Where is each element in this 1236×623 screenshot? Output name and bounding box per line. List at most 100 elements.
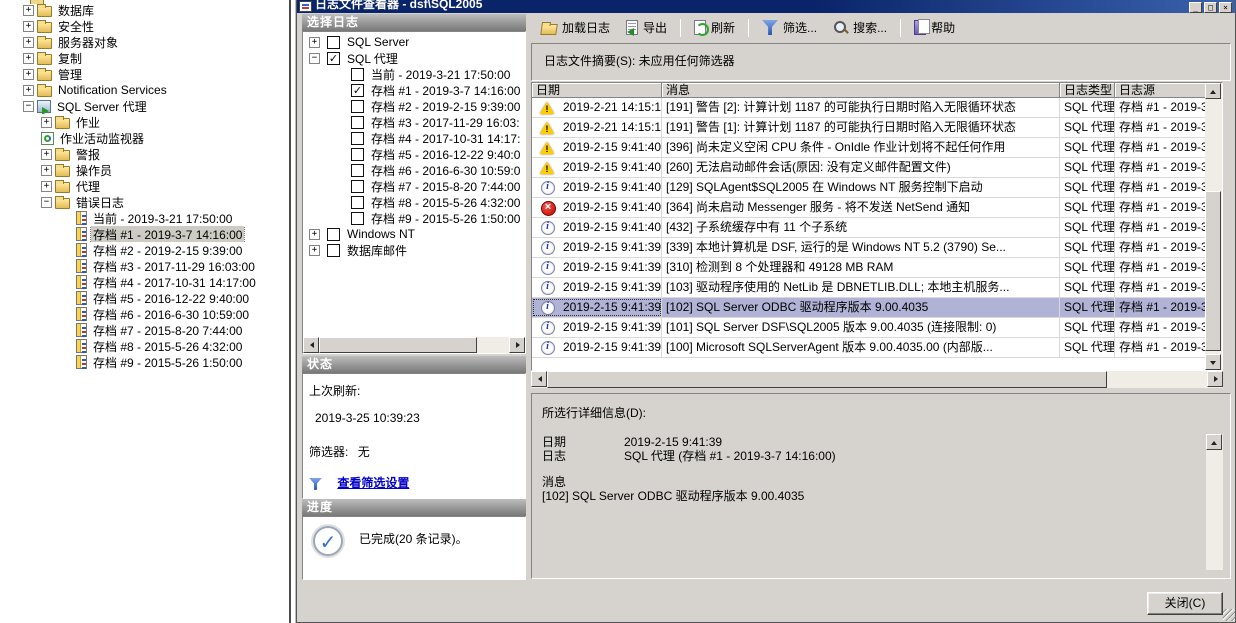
tree-item[interactable]: 存档 #4 - 2017-10-31 14:17:00 [0,274,288,290]
tree-item[interactable]: 存档 #8 - 2015-5-26 4:32:00 [0,338,288,354]
collapse-icon[interactable]: − [309,53,320,64]
tree-item[interactable]: 存档 #9 - 2015-5-26 1:50:00 [0,354,288,370]
unchecked-checkbox[interactable] [351,148,364,161]
log-tree-item[interactable]: −✓SQL 代理 [303,50,525,66]
log-tree-item[interactable]: ✓存档 #1 - 2019-3-7 14:16:00 [303,82,525,98]
dialog-titlebar[interactable]: 日志文件查看器 - dsf\SQL2005 _ □ × [297,0,1235,13]
log-row-selected[interactable]: 2019-2-15 9:41:39[102] SQL Server ODBC 驱… [532,298,1222,318]
log-tree-item[interactable]: 存档 #5 - 2016-12-22 9:40:0 [303,146,525,162]
expand-icon[interactable]: + [23,69,34,80]
log-row[interactable]: 2019-2-15 9:41:39[101] SQL Server DSF\SQ… [532,318,1222,338]
tree-item[interactable]: +数据库 [0,2,288,18]
log-tree-item[interactable]: +Windows NT [303,226,525,242]
tree-item[interactable]: +复制 [0,50,288,66]
log-tree-item[interactable]: 存档 #9 - 2015-5-26 1:50:00 [303,210,525,226]
view-filter-settings-link[interactable]: 查看筛选设置 [337,476,409,490]
unchecked-checkbox[interactable] [351,180,364,193]
tree-item[interactable]: −SQL Server 代理 [0,98,288,114]
checked-checkbox[interactable]: ✓ [351,84,364,97]
scroll-right-button[interactable] [509,337,525,353]
tree-item[interactable]: +操作员 [0,162,288,178]
collapse-icon[interactable]: − [23,101,34,112]
scroll-down-button[interactable] [1205,354,1221,370]
unchecked-checkbox[interactable] [351,132,364,145]
log-tree-item[interactable]: +SQL Server [303,34,525,50]
maximize-button[interactable]: □ [1204,2,1217,13]
expand-icon[interactable]: + [23,5,34,16]
expand-icon[interactable]: + [309,229,320,240]
tree-item[interactable]: 存档 #1 - 2019-3-7 14:16:00 [0,226,288,242]
log-row[interactable]: 2019-2-15 9:41:40[129] SQLAgent$SQL2005 … [532,178,1222,198]
log-row[interactable]: 2019-2-15 9:41:39[100] Microsoft SQLServ… [532,338,1222,358]
column-header-1[interactable]: 日期 [532,83,662,98]
column-header-3[interactable]: 日志类型 [1060,83,1115,98]
tree-item[interactable]: +管理 [0,66,288,82]
unchecked-checkbox[interactable] [351,116,364,129]
expand-icon[interactable]: + [23,21,34,32]
scrollbar-thumb[interactable] [547,371,1107,388]
tree-item[interactable]: +安全性 [0,18,288,34]
unchecked-checkbox[interactable] [351,164,364,177]
tree-item[interactable]: 当前 - 2019-3-21 17:50:00 [0,210,288,226]
scroll-up-button[interactable] [1206,434,1222,450]
load-button[interactable]: 加载日志 [535,17,616,38]
expand-icon[interactable]: + [41,165,52,176]
log-row[interactable]: 2019-2-15 9:41:40[396] 尚未定义空闲 CPU 条件 - O… [532,138,1222,158]
unchecked-checkbox[interactable] [351,68,364,81]
log-tree-item[interactable]: 存档 #7 - 2015-8-20 7:44:00 [303,178,525,194]
expand-icon[interactable]: + [41,149,52,160]
scroll-left-button[interactable] [531,371,547,387]
checked-checkbox[interactable]: ✓ [327,52,340,65]
unchecked-checkbox[interactable] [327,36,340,49]
expand-icon[interactable]: + [23,53,34,64]
scrollbar-track[interactable] [1107,371,1207,388]
expand-icon[interactable]: + [23,37,34,48]
tree-item[interactable]: 存档 #7 - 2015-8-20 7:44:00 [0,322,288,338]
column-header-2[interactable]: 消息 [662,83,1060,98]
search-button[interactable]: 搜索... [827,17,893,38]
expand-icon[interactable]: + [309,245,320,256]
log-tree-item[interactable]: 存档 #8 - 2015-5-26 4:32:00 [303,194,525,210]
close-button[interactable]: 关闭(C) [1147,592,1223,615]
log-row[interactable]: 2019-2-15 9:41:40[364] 尚未启动 Messenger 服务… [532,198,1222,218]
column-header-4[interactable]: 日志源 [1115,83,1207,98]
resize-grip[interactable] [1223,609,1235,621]
tree-item[interactable]: +作业 [0,114,288,130]
log-row[interactable]: 2019-2-15 9:41:39[339] 本地计算机是 DSF, 运行的是 … [532,238,1222,258]
scrollbar-thumb[interactable] [319,337,477,353]
log-tree-item[interactable]: 当前 - 2019-3-21 17:50:00 [303,66,525,82]
details-vertical-scrollbar[interactable] [1206,434,1223,570]
unchecked-checkbox[interactable] [327,244,340,257]
pane-divider[interactable] [289,0,291,623]
expand-icon[interactable]: + [41,117,52,128]
tree-item[interactable]: +服务器对象 [0,34,288,50]
log-row[interactable]: 2019-2-21 14:15:13[191] 警告 [1]: 计算计划 118… [532,118,1222,138]
unchecked-checkbox[interactable] [327,228,340,241]
scroll-up-button[interactable] [1205,83,1221,99]
tree-item[interactable]: +Notification Services [0,82,288,98]
log-tree-item[interactable]: 存档 #4 - 2017-10-31 14:17: [303,130,525,146]
expand-icon[interactable]: + [23,85,34,96]
scrollbar-track[interactable] [477,337,509,353]
log-tree-item[interactable]: 存档 #2 - 2019-2-15 9:39:00 [303,98,525,114]
grid-vertical-scrollbar[interactable] [1205,83,1222,370]
unchecked-checkbox[interactable] [351,100,364,113]
expand-icon[interactable]: + [309,37,320,48]
help-button[interactable]: 帮助 [908,17,961,38]
unchecked-checkbox[interactable] [351,196,364,209]
log-tree-item[interactable]: 存档 #6 - 2016-6-30 10:59:0 [303,162,525,178]
log-row[interactable]: 2019-2-15 9:41:40[432] 子系统缓存中有 11 个子系统SQ… [532,218,1222,238]
tree-item[interactable]: −错误日志 [0,194,288,210]
log-tree-item[interactable]: +数据库邮件 [303,242,525,258]
scroll-right-button[interactable] [1207,371,1223,387]
tree-horizontal-scrollbar[interactable] [303,337,525,353]
unchecked-checkbox[interactable] [351,212,364,225]
log-row[interactable]: 2019-2-21 14:15:13[191] 警告 [2]: 计算计划 118… [532,98,1222,118]
tree-item[interactable]: 存档 #6 - 2016-6-30 10:59:00 [0,306,288,322]
filter-button[interactable]: 筛选... [756,17,823,38]
tree-item[interactable]: 存档 #2 - 2019-2-15 9:39:00 [0,242,288,258]
log-row[interactable]: 2019-2-15 9:41:39[310] 检测到 8 个处理器和 49128… [532,258,1222,278]
refresh-button[interactable]: 刷新 [688,17,741,38]
expand-icon[interactable]: + [41,181,52,192]
log-row[interactable]: 2019-2-15 9:41:39[103] 驱动程序使用的 NetLib 是 … [532,278,1222,298]
